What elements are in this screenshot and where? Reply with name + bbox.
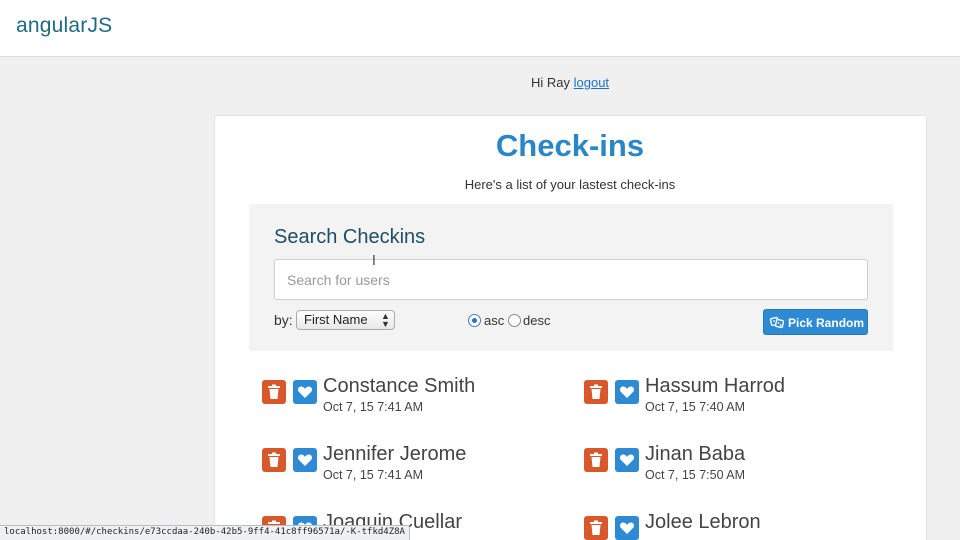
sort-by-label: by:: [274, 312, 293, 328]
checkin-time: Oct 7, 15 7:50 AM: [645, 468, 746, 482]
pick-random-button[interactable]: Pick Random: [763, 309, 868, 335]
logout-link[interactable]: logout: [574, 75, 609, 90]
favorite-checkin-button[interactable]: [615, 380, 639, 404]
checkin-time: Oct 7, 15 7:40 AM: [645, 400, 746, 414]
delete-checkin-button[interactable]: [584, 380, 608, 404]
pick-random-label: Pick Random: [788, 315, 865, 330]
heart-icon: [297, 454, 313, 466]
heart-icon: [619, 522, 635, 534]
search-input[interactable]: [274, 259, 868, 300]
heart-icon: [297, 386, 313, 398]
sort-field-select[interactable]: First Name ▲ ▼: [296, 310, 395, 330]
checkin-name: Constance Smith: [323, 375, 476, 397]
brand-logo[interactable]: angularJS: [16, 14, 112, 38]
checkin-time: Oct 7, 15 7:41 AM: [323, 468, 424, 482]
checkin-name: Hassum Harrod: [645, 375, 786, 397]
page-subtitle: Here's a list of your lastest check-ins: [464, 177, 676, 192]
asc-radio[interactable]: [468, 314, 481, 327]
checkin-time: Oct 7, 15 7:41 AM: [323, 400, 424, 414]
text-cursor-icon: I: [372, 254, 376, 269]
favorite-checkin-button[interactable]: [293, 448, 317, 472]
greeting-text: Hi Ray: [530, 75, 570, 90]
desc-radio[interactable]: [508, 314, 521, 327]
delete-checkin-button[interactable]: [584, 516, 608, 540]
desc-label: desc: [523, 313, 551, 328]
heart-icon: [619, 454, 635, 466]
browser-status-bar: localhost:8000/#/checkins/e73ccdaa-240b-…: [0, 525, 410, 540]
trash-icon: [268, 452, 280, 467]
trash-icon: [268, 384, 280, 399]
search-heading: Search Checkins: [274, 226, 426, 248]
delete-checkin-button[interactable]: [262, 448, 286, 472]
trash-icon: [590, 452, 602, 467]
dice-icon: [770, 316, 784, 328]
top-navbar: angularJS: [0, 0, 960, 57]
select-arrows-icon: ▲ ▼: [381, 311, 390, 329]
checkin-name: Jinan Baba: [645, 443, 746, 465]
asc-label: asc: [484, 313, 505, 328]
checkin-name: Jolee Lebron: [645, 511, 761, 533]
favorite-checkin-button[interactable]: [293, 380, 317, 404]
favorite-checkin-button[interactable]: [615, 516, 639, 540]
delete-checkin-button[interactable]: [262, 380, 286, 404]
page-title: Check-ins: [495, 128, 645, 163]
sort-field-value: First Name: [304, 312, 368, 327]
favorite-checkin-button[interactable]: [615, 448, 639, 472]
trash-icon: [590, 520, 602, 535]
delete-checkin-button[interactable]: [584, 448, 608, 472]
user-greeting: Hi Ray logout: [0, 75, 960, 90]
checkin-name: Jennifer Jerome: [323, 443, 467, 465]
heart-icon: [619, 386, 635, 398]
trash-icon: [590, 384, 602, 399]
